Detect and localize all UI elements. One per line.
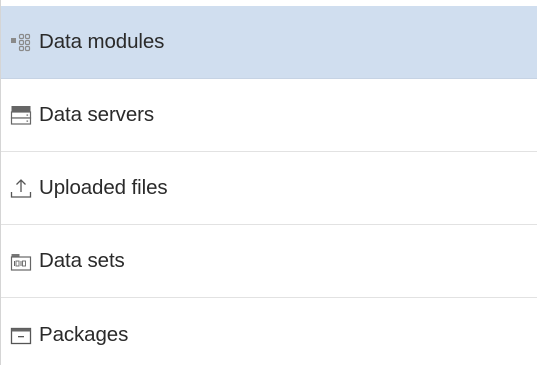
nav-item-label: Data modules xyxy=(39,30,165,53)
nav-item-label: Data sets xyxy=(39,249,125,272)
nav-item-label: Uploaded files xyxy=(39,176,168,199)
data-sets-icon xyxy=(10,250,32,272)
nav-item-data-modules[interactable]: Data modules xyxy=(1,6,537,79)
packages-icon xyxy=(10,324,32,346)
nav-item-data-servers[interactable]: Data servers xyxy=(1,79,537,152)
data-sources-panel: Data modules Data servers Uploaded files… xyxy=(0,0,537,371)
data-modules-icon xyxy=(10,31,32,53)
data-servers-icon xyxy=(10,104,32,126)
nav-item-label: Data servers xyxy=(39,103,155,126)
nav-item-label: Packages xyxy=(39,322,129,346)
nav-item-uploaded-files[interactable]: Uploaded files xyxy=(1,152,537,225)
nav-item-data-sets[interactable]: Data sets xyxy=(1,225,537,298)
nav-item-packages[interactable]: Packages xyxy=(1,298,537,371)
upload-icon xyxy=(10,177,32,199)
data-source-nav-list: Data modules Data servers Uploaded files… xyxy=(1,6,537,371)
